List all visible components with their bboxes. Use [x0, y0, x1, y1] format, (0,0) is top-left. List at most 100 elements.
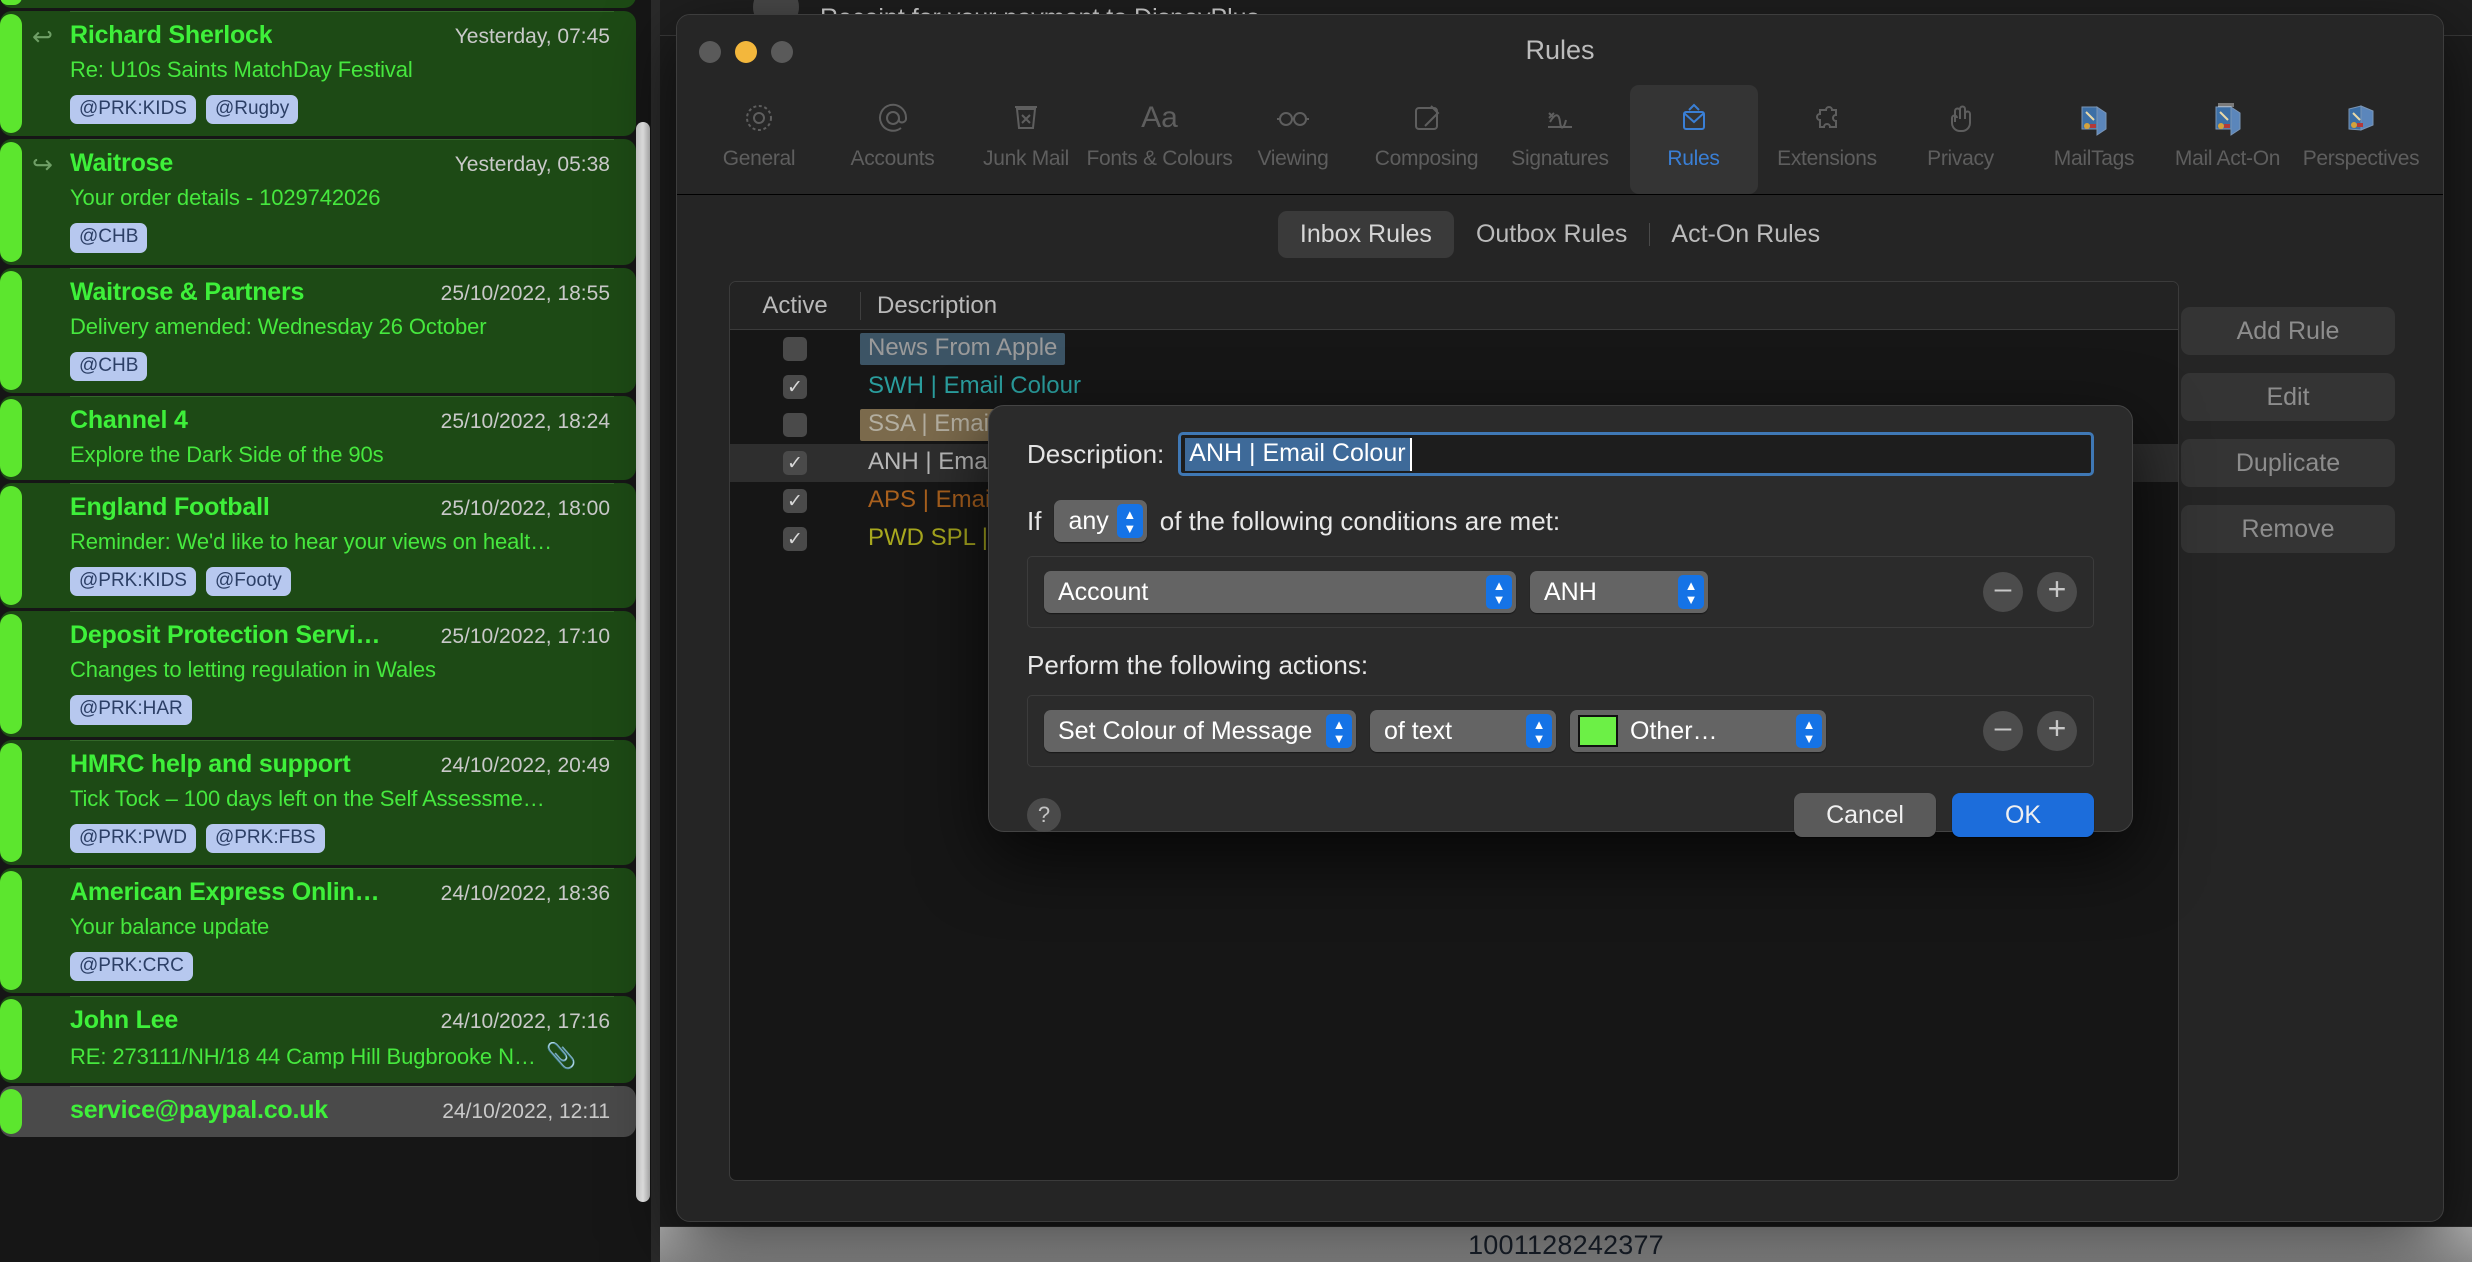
row-separator — [70, 482, 614, 484]
toolbar-item-label: Accounts — [850, 147, 935, 170]
toolbar-item-mail-act-on[interactable]: Mail Act-On — [2164, 85, 2292, 194]
rule-active-checkbox[interactable]: ✓ — [783, 451, 807, 475]
tag-badge[interactable]: @Rugby — [205, 95, 299, 125]
list-item-date: Yesterday, 05:38 — [454, 153, 610, 177]
rule-active-cell: ✓ — [730, 527, 860, 551]
if-prefix-label: If — [1027, 505, 1042, 536]
list-item[interactable]: service@paypal.co.uk 24/10/2022, 12:11 — [0, 1086, 636, 1138]
remove-action-button[interactable]: – — [1983, 711, 2023, 751]
action-verb-dropdown[interactable]: Set Colour of Message ▲ ▼ — [1044, 710, 1356, 752]
row-separator — [70, 1086, 614, 1088]
tab-outbox-rules[interactable]: Outbox Rules — [1454, 211, 1649, 258]
list-item-tags: @PRK:PWD @PRK:FBS — [70, 823, 610, 853]
row-separator — [70, 739, 614, 741]
toolbar-item-perspectives[interactable]: Perspectives — [2297, 85, 2425, 194]
list-item-tags: @CHB — [70, 223, 610, 253]
list-item-top: American Express Onlin… 24/10/2022, 18:36 — [70, 878, 610, 907]
list-item-from: service@paypal.co.uk — [70, 1096, 329, 1125]
ok-button[interactable]: OK — [1952, 793, 2094, 837]
list-item-from: Waitrose — [70, 149, 174, 178]
toolbar-item-extensions[interactable]: Extensions — [1763, 85, 1891, 194]
toolbar-item-signatures[interactable]: Signatures — [1496, 85, 1624, 194]
tag-badge[interactable]: @PRK:KIDS — [70, 95, 196, 125]
cancel-button[interactable]: Cancel — [1794, 793, 1936, 837]
action-verb-value: Set Colour of Message — [1058, 716, 1313, 745]
description-input[interactable]: ANH | Email Colour — [1178, 432, 2094, 476]
table-row[interactable]: ✓ SWH | Email Colour — [730, 368, 2178, 406]
toolbar-item-junk-mail[interactable]: Junk Mail — [962, 85, 1090, 194]
tag-badge[interactable]: @PRK:FBS — [205, 823, 325, 853]
condition-value-dropdown[interactable]: ANH ▲ ▼ — [1530, 571, 1708, 613]
rule-active-checkbox[interactable]: ✓ — [783, 527, 807, 551]
mail-message-list[interactable]: Say hello to EarView Mac ↩ Richard Sherloc… — [0, 0, 660, 1262]
toolbar-item-privacy[interactable]: Privacy — [1897, 85, 2025, 194]
rule-active-checkbox[interactable]: ✓ — [783, 375, 807, 399]
toolbar-item-rules[interactable]: Rules — [1629, 85, 1758, 194]
tag-badge[interactable]: @CHB — [70, 351, 148, 381]
mail-act-on-icon — [2208, 91, 2248, 145]
rule-description: SWH | Email Colour — [868, 372, 1081, 399]
action-target-dropdown[interactable]: of text ▲ ▼ — [1370, 710, 1556, 752]
condition-field-dropdown[interactable]: Account ▲ ▼ — [1044, 571, 1516, 613]
preferences-toolbar[interactable]: General Accounts Junk Mail Aa Fonts & Colour… — [677, 85, 2443, 195]
tag-badge[interactable]: @PRK:KIDS — [70, 566, 196, 597]
tag-badge[interactable]: @PRK:HAR — [70, 695, 192, 725]
dialog-help-button[interactable]: ? — [1027, 798, 1061, 832]
remove-rule-button[interactable]: Remove — [2181, 505, 2395, 553]
add-action-button[interactable]: + — [2037, 711, 2077, 751]
list-item-from: England Football — [70, 492, 270, 521]
list-item-date: 25/10/2022, 18:55 — [440, 281, 610, 305]
list-item-subject: Delivery amended: Wednesday 26 October — [70, 313, 487, 339]
list-item[interactable]: England Football 25/10/2022, 18:00 Reminde… — [0, 482, 636, 609]
list-item[interactable]: Say hello to EarView Mac — [0, 0, 636, 8]
action-colour-dropdown[interactable]: Other… ▲ ▼ — [1570, 710, 1826, 752]
list-item[interactable]: John Lee 24/10/2022, 17:16 RE: 273111/NH/1… — [0, 996, 636, 1084]
tag-badge[interactable]: @Footy — [205, 566, 291, 597]
toolbar-item-fonts-colours[interactable]: Aa Fonts & Colours — [1086, 85, 1232, 194]
list-item[interactable]: ↪ Waitrose Yesterday, 05:38 Your order deta… — [0, 139, 636, 265]
tag-badge[interactable]: @PRK:PWD — [70, 823, 196, 853]
tab-act-on-rules[interactable]: Act-On Rules — [1649, 211, 1842, 258]
toolbar-item-composing[interactable]: Composing — [1363, 85, 1491, 194]
condition-mode-row: If any ▲ ▼ of the following conditions ar… — [1027, 500, 2094, 542]
edit-rule-dialog[interactable]: Description: ANH | Email Colour If any ▲… — [988, 405, 2133, 837]
toolbar-item-general[interactable]: General — [695, 85, 823, 194]
add-condition-button[interactable]: + — [2037, 572, 2077, 612]
list-item[interactable]: Waitrose & Partners 25/10/2022, 18:55 Deli… — [0, 267, 636, 393]
list-item[interactable]: Deposit Protection Servi… 25/10/2022, 17:… — [0, 611, 636, 737]
list-item[interactable]: HMRC help and support 24/10/2022, 20:49 Ti… — [0, 739, 636, 865]
tag-badge[interactable]: @CHB — [70, 223, 148, 253]
window-titlebar[interactable]: Rules — [677, 15, 2443, 85]
column-header-active: Active — [762, 291, 828, 319]
list-item-tags: @CHB — [70, 351, 610, 381]
table-row[interactable]: ✓ News From Apple — [730, 330, 2178, 368]
rule-active-checkbox[interactable]: ✓ — [783, 337, 807, 361]
unread-accent-bar — [0, 742, 22, 862]
toolbar-item-viewing[interactable]: Viewing — [1229, 85, 1357, 194]
message-list-scrollbar[interactable] — [636, 122, 650, 1202]
action-target-value: of text — [1384, 716, 1453, 745]
list-item-from: HMRC help and support — [70, 749, 351, 778]
chevron-updown-icon: ▲ ▼ — [1486, 575, 1512, 609]
toolbar-item-mailtags[interactable]: MailTags — [2030, 85, 2158, 194]
list-item[interactable]: Channel 4 25/10/2022, 18:24 Explore the Da… — [0, 395, 636, 480]
rule-active-checkbox[interactable]: ✓ — [783, 489, 807, 513]
tag-badge[interactable]: @PRK:CRC — [70, 951, 193, 982]
list-item-subject: Re: U10s Saints MatchDay Festival — [70, 57, 413, 82]
screen: Say hello to EarView Mac ↩ Richard Sherloc… — [0, 0, 2472, 1262]
list-item[interactable]: American Express Onlin… 24/10/2022, 18:36… — [0, 867, 636, 994]
rules-action-buttons[interactable]: Add Rule Edit Duplicate Remove — [2181, 307, 2395, 571]
toolbar-item-accounts[interactable]: Accounts — [829, 85, 957, 194]
rules-tabbar[interactable]: Inbox Rules Outbox Rules Act-On Rules — [677, 195, 2443, 273]
duplicate-rule-button[interactable]: Duplicate — [2181, 439, 2395, 487]
remove-condition-button[interactable]: – — [1983, 572, 2023, 612]
list-item[interactable]: ↩ Richard Sherlock Yesterday, 07:45 Re: U10… — [0, 11, 636, 137]
rule-active-checkbox[interactable]: ✓ — [783, 413, 807, 437]
tab-inbox-rules[interactable]: Inbox Rules — [1277, 210, 1454, 258]
rules-table-header: Active Description — [730, 282, 2178, 330]
add-rule-button[interactable]: Add Rule — [2181, 307, 2395, 355]
match-mode-dropdown[interactable]: any ▲ ▼ — [1054, 500, 1147, 542]
toolbar-item-label: General — [722, 147, 796, 170]
edit-rule-button[interactable]: Edit — [2181, 373, 2395, 421]
toolbar-item-label: Viewing — [1257, 147, 1329, 170]
